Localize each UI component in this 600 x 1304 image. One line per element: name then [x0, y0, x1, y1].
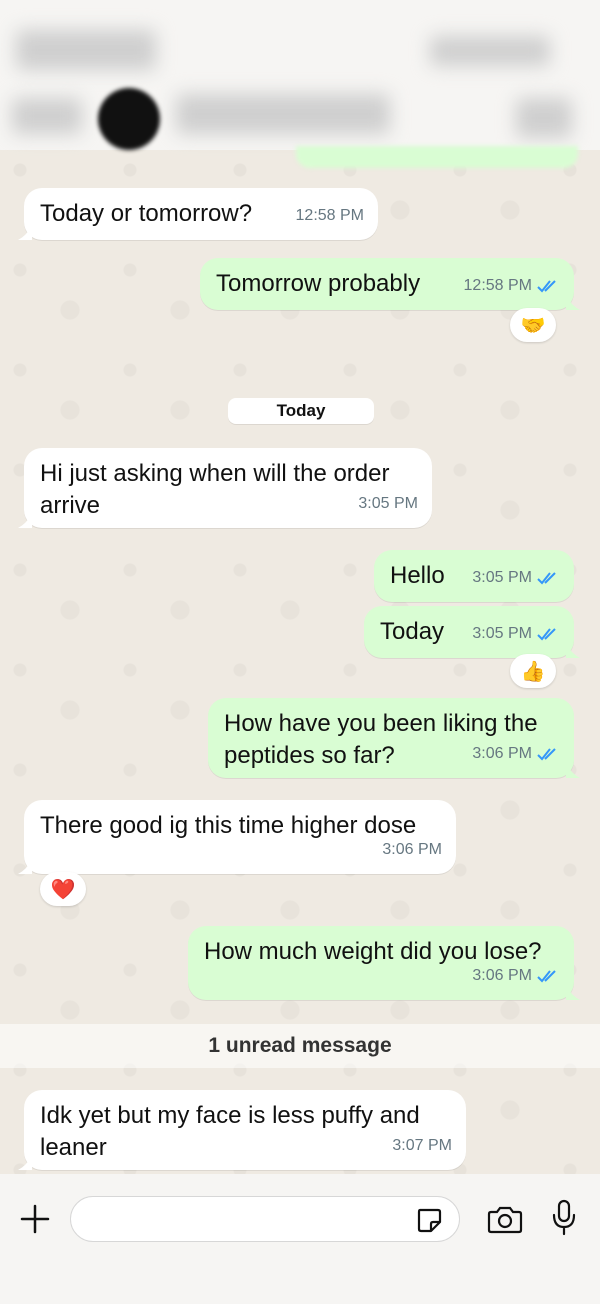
message-time: 3:06 PM	[472, 967, 532, 984]
sticker-button[interactable]	[412, 1204, 446, 1236]
camera-icon	[487, 1206, 523, 1234]
message-text: Hello	[390, 562, 445, 589]
attach-button[interactable]	[14, 1200, 56, 1238]
back-button[interactable]	[12, 98, 82, 134]
message-time: 3:06 PM	[382, 841, 442, 858]
unread-messages-banner: 1 unread message	[0, 1024, 600, 1068]
message-text: Today	[380, 618, 445, 645]
heart-icon: ❤️	[50, 878, 76, 901]
message-input[interactable]	[70, 1196, 460, 1242]
message-text: Idk yet but my face is less puffy and le…	[40, 1102, 420, 1161]
read-receipt-icon	[537, 748, 556, 761]
bubble-tail	[566, 644, 580, 658]
message-time: 12:58 PM	[463, 277, 532, 294]
bubble-tail	[566, 764, 580, 778]
bubble-tail	[18, 514, 32, 528]
contact-name-blurred[interactable]	[176, 94, 390, 134]
message-bubble-outgoing[interactable]: Tomorrow probably 12:58 PM	[200, 258, 580, 310]
message-bubble-outgoing[interactable]: How much weight did you lose? 3:06 PM	[188, 926, 580, 1000]
message-time: 3:07 PM	[392, 1137, 452, 1154]
reaction-heart[interactable]: ❤️	[40, 872, 86, 906]
message-text: Hi just asking when will the order arriv…	[40, 460, 390, 519]
message-bubble-incoming[interactable]: Hi just asking when will the order arriv…	[18, 448, 432, 528]
previous-message-bubble	[296, 146, 578, 168]
plus-icon	[20, 1204, 50, 1234]
message-time: 3:05 PM	[472, 625, 532, 642]
read-receipt-icon	[537, 572, 556, 585]
read-receipt-icon	[537, 628, 556, 641]
message-bubble-outgoing[interactable]: How have you been liking the peptides so…	[208, 698, 580, 778]
status-bar-time-blurred	[16, 30, 156, 70]
reaction-handshake[interactable]: 🤝	[510, 308, 556, 342]
date-divider: Today	[228, 398, 374, 424]
handshake-icon: 🤝	[520, 314, 546, 337]
message-bubble-outgoing[interactable]: Today 3:05 PM	[364, 606, 580, 658]
bubble-tail	[566, 296, 580, 310]
thumbs-up-icon: 👍	[520, 660, 546, 683]
reaction-thumbs-up[interactable]: 👍	[510, 654, 556, 688]
camera-button[interactable]	[484, 1200, 526, 1238]
read-receipt-icon	[537, 280, 556, 293]
chat-header	[0, 0, 600, 150]
bubble-tail	[18, 1156, 32, 1170]
avatar[interactable]	[98, 88, 160, 150]
message-text: Tomorrow probably	[216, 270, 421, 297]
message-text: Today or tomorrow?	[40, 200, 253, 227]
microphone-icon	[552, 1199, 576, 1236]
read-receipt-icon	[537, 970, 556, 983]
bubble-tail	[18, 860, 32, 874]
message-bubble-incoming[interactable]: There good ig this time higher dose 3:06…	[18, 800, 456, 874]
bubble-tail	[18, 226, 32, 240]
message-time: 3:05 PM	[472, 569, 532, 586]
microphone-button[interactable]	[546, 1196, 582, 1240]
sticker-icon	[417, 1208, 442, 1233]
message-bubble-outgoing[interactable]: Hello 3:05 PM	[374, 550, 574, 602]
message-text: There good ig this time higher dose	[40, 812, 417, 839]
message-time: 12:58 PM	[295, 207, 364, 224]
status-bar-icons-blurred	[430, 36, 550, 66]
message-time: 3:05 PM	[358, 495, 418, 512]
message-bubble-incoming[interactable]: Today or tomorrow? 12:58 PM	[18, 188, 378, 240]
bubble-tail	[566, 986, 580, 1000]
message-bubble-incoming[interactable]: Idk yet but my face is less puffy and le…	[18, 1090, 466, 1170]
call-button[interactable]	[516, 98, 572, 138]
message-time: 3:06 PM	[472, 745, 532, 762]
